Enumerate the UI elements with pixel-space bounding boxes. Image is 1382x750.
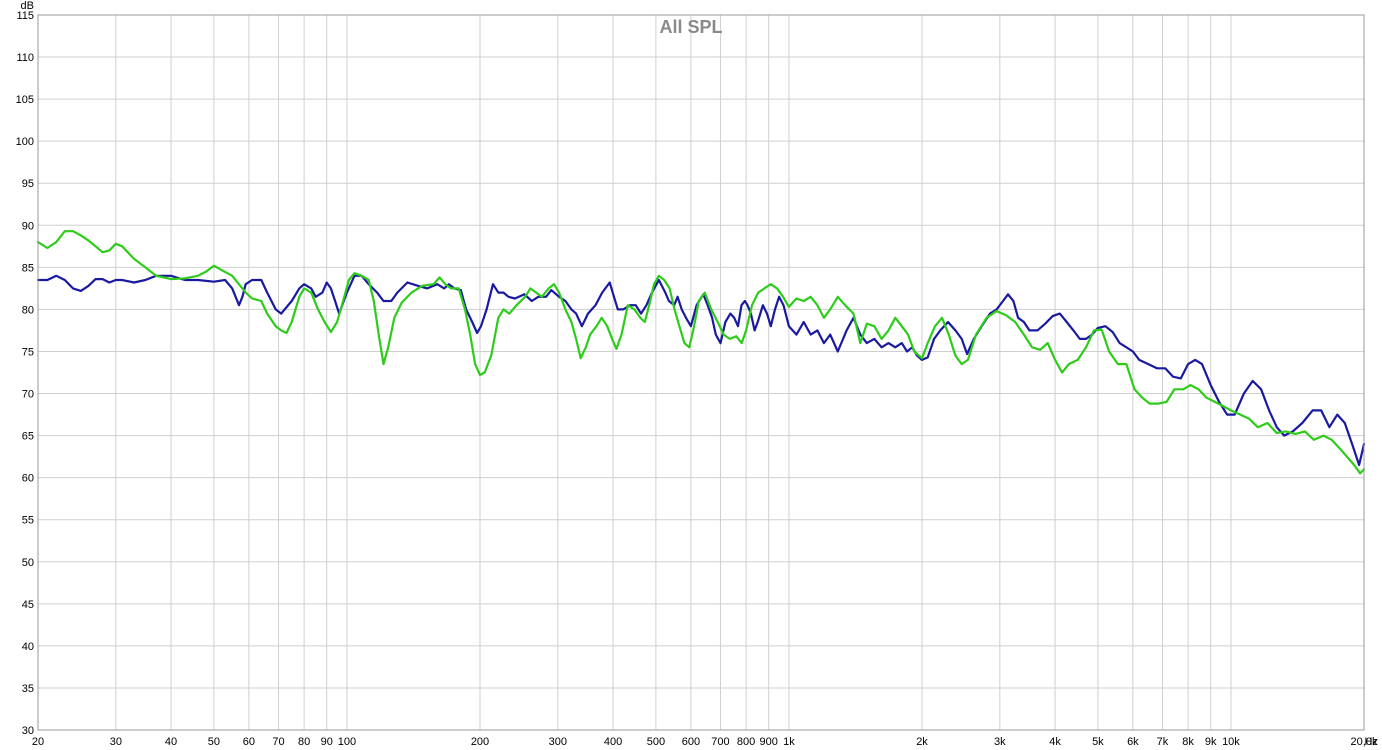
x-tick-label: 80: [298, 736, 310, 748]
y-tick-label: 110: [16, 52, 34, 64]
spl-chart: 3035404550556065707580859095100105110115…: [0, 0, 1382, 750]
x-tick-label: 60: [243, 736, 255, 748]
x-tick-label: 70: [272, 736, 284, 748]
x-tick-label: 200: [471, 736, 489, 748]
y-tick-label: 80: [22, 304, 34, 316]
x-tick-label: 2k: [916, 736, 928, 748]
y-tick-label: 60: [22, 473, 34, 485]
x-tick-label: 7k: [1157, 736, 1169, 748]
y-tick-label: 90: [22, 220, 34, 232]
y-tick-label: 45: [22, 599, 34, 611]
chart-title: All SPL: [659, 17, 722, 37]
x-tick-label: 3k: [994, 736, 1006, 748]
y-tick-label: 50: [22, 557, 34, 569]
y-tick-label: 100: [16, 136, 34, 148]
x-tick-label: 20: [32, 736, 44, 748]
x-tick-label: 500: [647, 736, 665, 748]
x-tick-label: 300: [549, 736, 567, 748]
y-tick-label: 95: [22, 178, 34, 190]
y-tick-label: 70: [22, 389, 34, 401]
y-tick-label: 105: [16, 94, 34, 106]
x-tick-label: 10k: [1222, 736, 1240, 748]
x-tick-label: 9k: [1205, 736, 1217, 748]
x-tick-label: 4k: [1049, 736, 1061, 748]
x-tick-label: 800: [737, 736, 755, 748]
x-axis-unit: Hz: [1365, 736, 1378, 748]
x-tick-label: 100: [338, 736, 356, 748]
y-axis-unit: dB: [21, 0, 34, 12]
y-tick-label: 75: [22, 346, 34, 358]
x-tick-label: 6k: [1127, 736, 1139, 748]
y-tick-label: 40: [22, 641, 34, 653]
x-tick-label: 600: [682, 736, 700, 748]
x-tick-label: 8k: [1182, 736, 1194, 748]
x-tick-label: 700: [711, 736, 729, 748]
y-tick-label: 65: [22, 431, 34, 443]
x-tick-label: 50: [208, 736, 220, 748]
x-tick-label: 1k: [783, 736, 795, 748]
x-tick-label: 5k: [1092, 736, 1104, 748]
y-tick-label: 85: [22, 262, 34, 274]
x-tick-label: 400: [604, 736, 622, 748]
y-tick-label: 35: [22, 683, 34, 695]
x-tick-label: 900: [760, 736, 778, 748]
x-tick-label: 40: [165, 736, 177, 748]
y-tick-label: 55: [22, 515, 34, 527]
x-tick-label: 90: [321, 736, 333, 748]
x-tick-label: 30: [110, 736, 122, 748]
